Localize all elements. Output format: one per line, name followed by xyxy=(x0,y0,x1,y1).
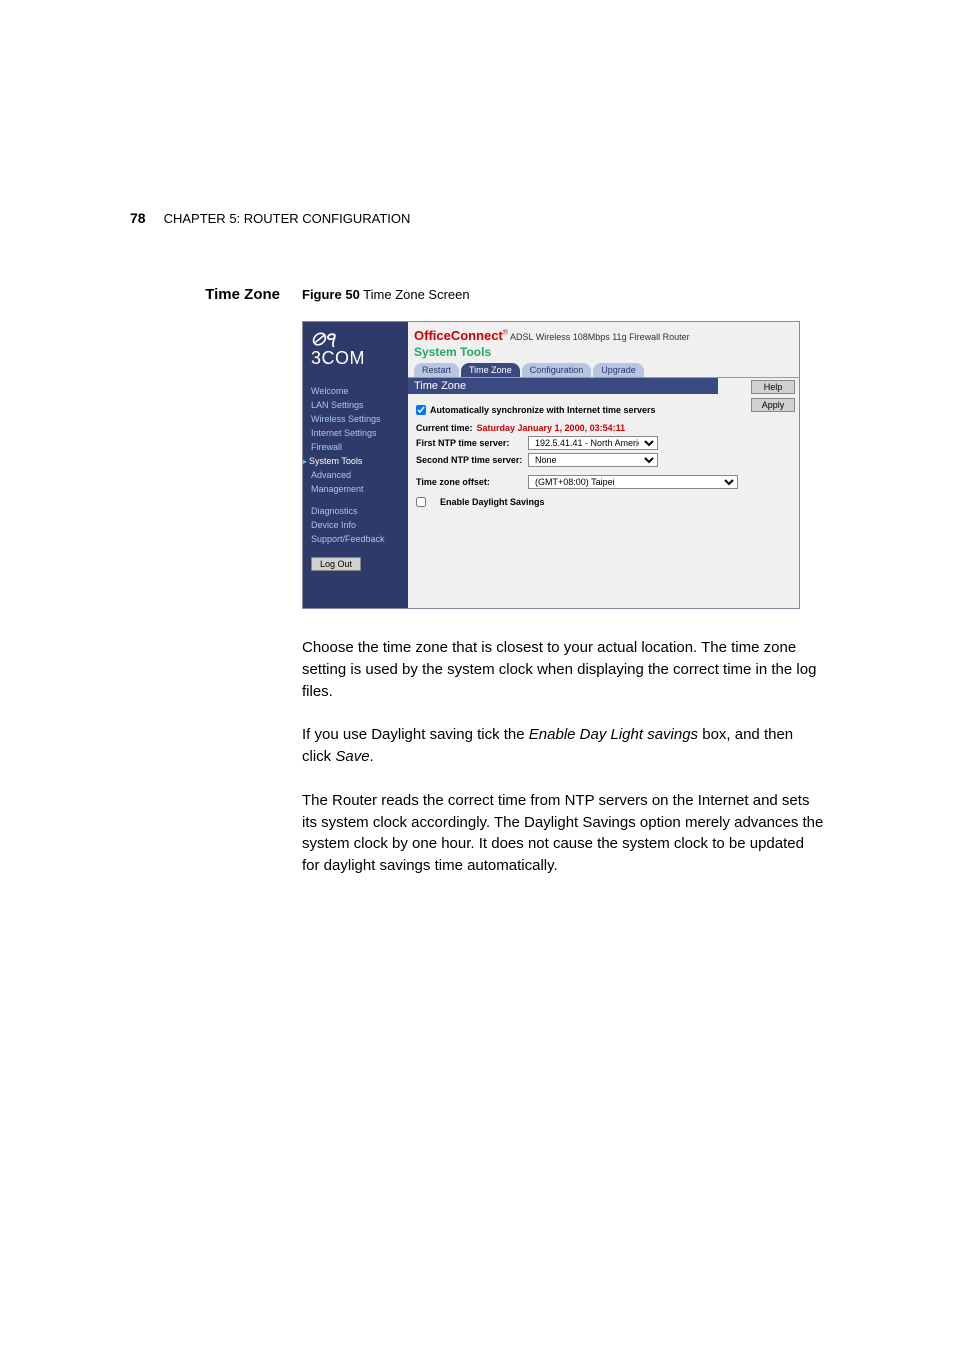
tz-offset-label: Time zone offset: xyxy=(416,477,524,487)
sidebar-item-support[interactable]: Support/Feedback xyxy=(311,532,408,546)
body-paragraph-1: Choose the time zone that is closest to … xyxy=(302,637,824,702)
page-number: 78 xyxy=(130,210,146,226)
main-panel: Time Zone Help Apply Automatically synch… xyxy=(408,378,799,608)
sidebar-item-advanced[interactable]: Advanced xyxy=(311,468,408,482)
sidebar-item-diagnostics[interactable]: Diagnostics xyxy=(311,504,408,518)
auto-sync-label: Automatically synchronize with Internet … xyxy=(430,405,656,415)
logo-icon: ⊘੧ xyxy=(311,330,408,348)
sidebar-item-firewall[interactable]: Firewall xyxy=(311,440,408,454)
sidebar-item-welcome[interactable]: Welcome xyxy=(311,384,408,398)
second-ntp-row: Second NTP time server: None xyxy=(416,453,791,467)
first-ntp-select[interactable]: 192.5.41.41 - North America xyxy=(528,436,658,450)
tab-restart[interactable]: Restart xyxy=(414,363,459,377)
current-time-label: Current time: xyxy=(416,423,473,433)
router-admin-screenshot: ⊘੧ 3COM OfficeConnect® ADSL Wireless 108… xyxy=(302,321,800,609)
logo-text: 3COM xyxy=(311,348,408,369)
tz-offset-row: Time zone offset: (GMT+08:00) Taipei xyxy=(416,475,791,489)
figure-caption: Figure 50 Time Zone Screen xyxy=(302,287,470,302)
screenshot-body: Welcome LAN Settings Wireless Settings I… xyxy=(303,378,799,608)
auto-sync-checkbox[interactable] xyxy=(416,405,426,415)
logout-area: Log Out xyxy=(311,554,408,572)
current-time-row: Current time: Saturday January 1, 2000, … xyxy=(416,423,791,433)
first-ntp-label: First NTP time server: xyxy=(416,438,524,448)
page-header: 78 CHAPTER 5: ROUTER CONFIGURATION xyxy=(130,210,824,226)
action-buttons: Help Apply xyxy=(751,380,795,412)
screenshot-header: ⊘੧ 3COM OfficeConnect® ADSL Wireless 108… xyxy=(303,322,799,378)
sidebar-item-wireless[interactable]: Wireless Settings xyxy=(311,412,408,426)
product-brand: OfficeConnect® ADSL Wireless 108Mbps 11g… xyxy=(414,328,799,343)
second-ntp-label: Second NTP time server: xyxy=(416,455,524,465)
sidebar-item-lan[interactable]: LAN Settings xyxy=(311,398,408,412)
page-title: System Tools xyxy=(414,345,799,359)
tab-configuration[interactable]: Configuration xyxy=(522,363,592,377)
sidebar-item-system-tools[interactable]: System Tools xyxy=(311,454,408,468)
brand-logo-area: ⊘੧ 3COM xyxy=(303,322,408,378)
second-ntp-select[interactable]: None xyxy=(528,453,658,467)
tz-offset-select[interactable]: (GMT+08:00) Taipei xyxy=(528,475,738,489)
first-ntp-row: First NTP time server: 192.5.41.41 - Nor… xyxy=(416,436,791,450)
sidebar-item-internet[interactable]: Internet Settings xyxy=(311,426,408,440)
current-time-value: Saturday January 1, 2000, 03:54:11 xyxy=(477,423,626,433)
daylight-checkbox[interactable] xyxy=(416,497,426,507)
daylight-row: Enable Daylight Savings xyxy=(416,497,791,507)
section-heading-row: Time Zone Figure 50 Time Zone Screen xyxy=(130,286,824,303)
daylight-label: Enable Daylight Savings xyxy=(440,497,545,507)
section-label: Time Zone xyxy=(130,286,280,303)
sidebar-item-management[interactable]: Management xyxy=(311,482,408,496)
logout-button[interactable]: Log Out xyxy=(311,557,361,571)
body-paragraph-3: The Router reads the correct time from N… xyxy=(302,790,824,877)
tab-time-zone[interactable]: Time Zone xyxy=(461,363,520,377)
chapter-title: CHAPTER 5: ROUTER CONFIGURATION xyxy=(164,211,411,226)
panel-body: Automatically synchronize with Internet … xyxy=(408,394,799,514)
screenshot-figure: ⊘੧ 3COM OfficeConnect® ADSL Wireless 108… xyxy=(302,321,824,609)
panel-title: Time Zone xyxy=(408,378,718,394)
sidebar: Welcome LAN Settings Wireless Settings I… xyxy=(303,378,408,608)
help-button[interactable]: Help xyxy=(751,380,795,394)
body-paragraph-2: If you use Daylight saving tick the Enab… xyxy=(302,724,824,768)
tab-bar: Restart Time Zone Configuration Upgrade xyxy=(414,363,799,377)
auto-sync-row: Automatically synchronize with Internet … xyxy=(416,405,791,415)
title-area: OfficeConnect® ADSL Wireless 108Mbps 11g… xyxy=(408,322,799,378)
sidebar-item-device-info[interactable]: Device Info xyxy=(311,518,408,532)
apply-button[interactable]: Apply xyxy=(751,398,795,412)
tab-upgrade[interactable]: Upgrade xyxy=(593,363,644,377)
